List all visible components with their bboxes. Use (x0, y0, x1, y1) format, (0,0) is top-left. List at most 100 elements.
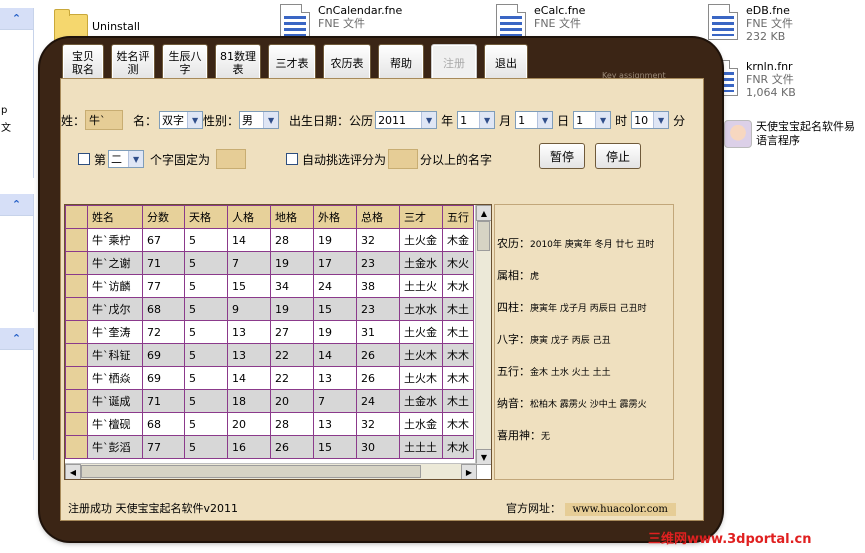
row-header-cell[interactable] (65, 435, 88, 459)
stop-button[interactable]: 停止 (595, 143, 641, 169)
name-type-select[interactable]: 双字 ▼ (159, 111, 204, 129)
column-header[interactable]: 天格 (184, 205, 228, 229)
vertical-scrollbar[interactable]: ▲ ▼ (475, 205, 491, 465)
row-header-cell[interactable] (65, 228, 88, 252)
fix-char-label: 第 (94, 152, 107, 167)
table-cell: 土水水 (399, 297, 443, 321)
table-row[interactable]: 牛`奎涛 72 5 13 27 19 31 土火金 木土 (65, 320, 474, 344)
birth-date-label: 出生日期：公历 (289, 113, 374, 128)
table-cell: 木土 (442, 320, 474, 344)
table-cell: 5 (184, 320, 228, 344)
birth-info-row: 姓： 牛` 名： 双字 ▼ 性别： 男 ▼ 出生日期：公历 2011 ▼ 年 1 ▼ 月… (61, 110, 685, 130)
81-numbers-button[interactable]: 81数理表 (215, 44, 261, 82)
table-cell: 木火 (442, 251, 474, 275)
file-item[interactable]: eDB.fne FNE 文件 232 KB (708, 4, 793, 43)
nayin-value: 松柏木 霹雳火 沙中土 霹雳火 (530, 400, 647, 410)
year-value: 2011 (378, 113, 407, 127)
table-cell: 土火木 (399, 343, 443, 367)
row-header-cell[interactable] (65, 320, 88, 344)
help-button[interactable]: 帮助 (378, 44, 424, 82)
table-cell: 24 (356, 389, 400, 413)
table-row[interactable]: 牛`之谢 71 5 7 19 17 23 土金水 木火 (65, 251, 474, 275)
row-header-cell[interactable] (65, 297, 88, 321)
min-score-input[interactable] (388, 149, 419, 169)
scroll-left-icon[interactable]: ◀ (65, 464, 81, 479)
month-select[interactable]: 1 ▼ (457, 111, 496, 129)
row-header-cell[interactable] (65, 274, 88, 298)
sancai-table-button[interactable]: 三才表 (268, 44, 316, 82)
scroll-down-icon[interactable]: ▼ (476, 449, 491, 465)
file-item[interactable]: eCalc.fne FNE 文件 (496, 4, 585, 42)
hour-select[interactable]: 1 ▼ (573, 111, 612, 129)
name-evaluation-button[interactable]: 姓名评测 (111, 44, 155, 82)
column-header[interactable]: 人格 (227, 205, 271, 229)
table-cell: 牛`彭滔 (87, 435, 143, 459)
name-type-value: 双字 (162, 114, 185, 127)
table-cell: 30 (356, 435, 400, 459)
scroll-thumb[interactable] (477, 221, 490, 251)
horizontal-scrollbar[interactable]: ◀ ▶ (65, 463, 477, 479)
lunar-table-button[interactable]: 农历表 (323, 44, 371, 82)
column-header[interactable]: 地格 (270, 205, 314, 229)
column-header[interactable]: 总格 (356, 205, 400, 229)
column-header[interactable]: 姓名 (87, 205, 143, 229)
fix-char-checkbox[interactable] (78, 153, 90, 165)
fix-index-select[interactable]: 二 ▼ (108, 150, 145, 168)
table-cell: 71 (142, 389, 185, 413)
table-row[interactable]: 牛`诞成 71 5 18 20 7 24 土金水 木土 (65, 389, 474, 413)
website-link[interactable]: www.huacolor.com (564, 503, 676, 516)
table-cell: 32 (356, 412, 400, 436)
table-row[interactable]: 牛`彭滔 77 5 16 26 15 30 土土土 木水 (65, 435, 474, 459)
file-name: eCalc.fne (534, 4, 586, 17)
table-cell: 19 (313, 228, 357, 252)
column-header[interactable]: 三才 (399, 205, 443, 229)
day-select[interactable]: 1 ▼ (515, 111, 554, 129)
fixed-char-input[interactable] (216, 149, 247, 169)
table-cell: 20 (227, 412, 271, 436)
bazi-button[interactable]: 生辰八字 (162, 44, 208, 82)
table-row[interactable]: 牛`戊尔 68 5 9 19 15 23 土水水 木土 (65, 297, 474, 321)
table-cell: 19 (270, 251, 314, 275)
auto-pick-checkbox[interactable] (286, 153, 299, 165)
hour-value: 1 (576, 113, 584, 127)
collapse-chevron-icon[interactable]: ⌃ (0, 328, 33, 350)
row-header-cell[interactable] (65, 343, 88, 367)
surname-input[interactable]: 牛` (85, 110, 124, 130)
table-row[interactable]: 牛`檀砚 68 5 20 28 13 32 土水金 木木 (65, 412, 474, 436)
table-cell: 牛`之谢 (87, 251, 143, 275)
row-header-cell[interactable] (65, 389, 88, 413)
document-icon (280, 4, 312, 42)
column-header[interactable]: 分数 (142, 205, 185, 229)
table-cell: 牛`访麟 (87, 274, 143, 298)
table-row[interactable]: 牛`访麟 77 5 15 34 24 38 土土火 木水 (65, 274, 474, 298)
scroll-right-icon[interactable]: ▶ (461, 464, 477, 479)
pause-button[interactable]: 暂停 (539, 143, 585, 169)
table-cell: 土土土 (399, 435, 443, 459)
year-select[interactable]: 2011 ▼ (375, 111, 438, 129)
table-row[interactable]: 牛`科钲 69 5 13 22 14 26 土火木 木木 (65, 343, 474, 367)
lunar-value: 2010年 庚寅年 冬月 廿七 丑时 (530, 240, 655, 250)
scroll-up-icon[interactable]: ▲ (476, 205, 491, 221)
table-cell: 31 (356, 320, 400, 344)
shortcut-item[interactable]: 天使宝宝起名软件易语言程序 (724, 120, 858, 148)
minute-select[interactable]: 10 ▼ (631, 111, 670, 129)
baby-naming-button[interactable]: 宝贝取名 (62, 44, 104, 82)
row-header-cell[interactable] (65, 412, 88, 436)
file-item[interactable]: CnCalendar.fne FNE 文件 (280, 4, 402, 42)
column-header[interactable]: 外格 (313, 205, 357, 229)
gender-select[interactable]: 男 ▼ (239, 111, 280, 129)
table-row[interactable]: 牛`栖焱 69 5 14 22 13 26 土火木 木木 (65, 366, 474, 390)
row-header-cell[interactable] (65, 251, 88, 275)
table-row[interactable]: 牛`乘柠 67 5 14 28 19 32 土火金 木金 (65, 228, 474, 252)
scroll-thumb[interactable] (81, 465, 421, 478)
table-cell: 72 (142, 320, 185, 344)
task-text-2: 文 (1, 123, 11, 134)
collapse-chevron-icon[interactable]: ⌃ (0, 8, 33, 30)
name-label: 名： (133, 113, 158, 128)
column-header[interactable]: 五行 (442, 205, 474, 229)
row-header-cell[interactable] (65, 366, 88, 390)
main-panel: 姓： 牛` 名： 双字 ▼ 性别： 男 ▼ 出生日期：公历 2011 ▼ 年 1 ▼ 月… (60, 78, 704, 521)
exit-button[interactable]: 退出 (484, 44, 528, 82)
register-button[interactable]: 注册 (431, 44, 477, 82)
collapse-chevron-icon[interactable]: ⌃ (0, 194, 33, 216)
